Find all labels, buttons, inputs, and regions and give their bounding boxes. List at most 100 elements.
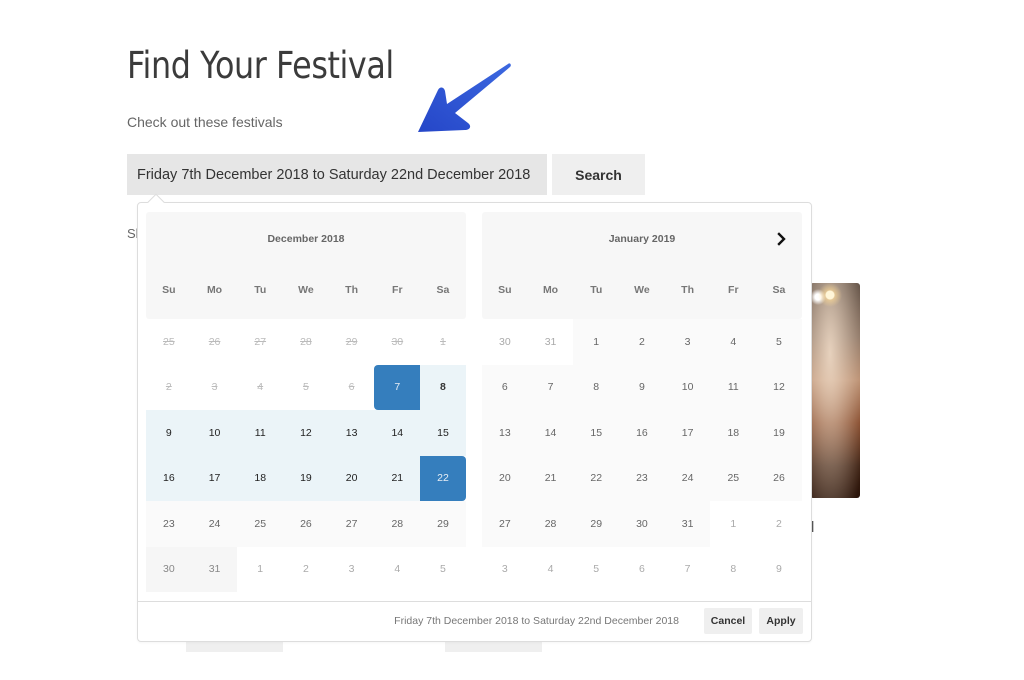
calendar-day[interactable]: 19: [283, 455, 329, 501]
calendar-week-row: 20 21 22 23 24 25 26: [482, 455, 802, 501]
calendar-day[interactable]: 13: [482, 410, 528, 456]
calendar-day[interactable]: 9: [756, 546, 802, 592]
calendar-day[interactable]: 27: [482, 501, 528, 547]
calendar-day[interactable]: 8: [420, 364, 466, 410]
calendar-day[interactable]: 3: [664, 319, 711, 365]
apply-button[interactable]: Apply: [759, 608, 803, 634]
calendar-day[interactable]: 7: [664, 546, 711, 592]
weekday-label: Su: [162, 284, 176, 296]
calendar-day[interactable]: 23: [146, 501, 192, 547]
calendar-day[interactable]: 5: [756, 319, 802, 365]
calendar-day[interactable]: 3: [328, 546, 375, 592]
calendar-day[interactable]: 15: [420, 410, 466, 456]
calendar-day[interactable]: 30: [146, 546, 192, 592]
background-button-fragment-2: [445, 642, 542, 652]
calendar-day[interactable]: 21: [374, 455, 421, 501]
calendar-day[interactable]: 2: [619, 319, 665, 365]
next-month-button[interactable]: [774, 231, 790, 247]
calendar-day[interactable]: 10: [191, 410, 238, 456]
calendar-week-row: 30 31 1 2 3 4 5: [482, 319, 802, 365]
calendar-day[interactable]: 28: [527, 501, 574, 547]
calendar-day[interactable]: 26: [756, 455, 802, 501]
calendar-day[interactable]: 13: [328, 410, 375, 456]
calendar-day[interactable]: 11: [237, 410, 284, 456]
calendar-day[interactable]: 30: [482, 319, 528, 365]
weekday-label: Fr: [392, 284, 403, 296]
selected-range-label: Friday 7th December 2018 to Saturday 22n…: [394, 615, 679, 627]
calendar-day[interactable]: 18: [710, 410, 757, 456]
calendar-day[interactable]: 14: [374, 410, 421, 456]
calendar-day[interactable]: 9: [146, 410, 192, 456]
calendar-day[interactable]: 5: [420, 546, 466, 592]
calendar-day[interactable]: 31: [191, 546, 238, 592]
calendar-day[interactable]: 1: [237, 546, 284, 592]
calendar-week-row: 9 10 11 12 13 14 15: [146, 410, 466, 456]
background-button-fragment: [186, 642, 283, 652]
calendar-day: 6: [328, 364, 375, 410]
calendar-header: December 2018 Su Mo Tu We Th Fr Sa: [146, 212, 466, 319]
calendar-day[interactable]: 7: [527, 364, 574, 410]
calendar-day[interactable]: 12: [756, 364, 802, 410]
calendar-day[interactable]: 24: [191, 501, 238, 547]
cancel-button[interactable]: Cancel: [704, 608, 752, 634]
calendar-day[interactable]: 12: [283, 410, 329, 456]
calendar-day[interactable]: 25: [237, 501, 284, 547]
calendar-day[interactable]: 25: [710, 455, 757, 501]
calendar-day[interactable]: 18: [237, 455, 284, 501]
weekday-label: We: [634, 284, 650, 296]
calendar-day[interactable]: 19: [756, 410, 802, 456]
calendar-day[interactable]: 9: [619, 364, 665, 410]
calendar-day[interactable]: 17: [191, 455, 238, 501]
date-range-picker: December 2018 Su Mo Tu We Th Fr Sa 25 26 27 28 29 3…: [137, 202, 812, 642]
calendar-day[interactable]: 31: [527, 319, 574, 365]
calendar-left: December 2018 Su Mo Tu We Th Fr Sa 25 26 27 28 29 3…: [146, 212, 466, 592]
calendar-day[interactable]: 29: [420, 501, 466, 547]
calendar-day[interactable]: 16: [619, 410, 665, 456]
calendar-day[interactable]: 6: [482, 364, 528, 410]
day-grid: 25 26 27 28 29 30 1 2 3 4 5 6 7 8 9 10 11 12 13 14 15 16 17 18 1…: [146, 319, 466, 592]
calendar-right: January 2019 Su Mo Tu We Th Fr Sa 30 31 1 2 3 4 5 6 7 8…: [482, 212, 802, 592]
calendar-day[interactable]: 4: [710, 319, 757, 365]
calendar-day[interactable]: 26: [283, 501, 329, 547]
calendar-day[interactable]: 1: [710, 501, 757, 547]
festival-image[interactable]: [810, 283, 860, 498]
calendar-day[interactable]: 1: [573, 319, 620, 365]
calendar-day[interactable]: 2: [283, 546, 329, 592]
calendar-day[interactable]: 30: [619, 501, 665, 547]
calendar-day[interactable]: 11: [710, 364, 757, 410]
calendar-day[interactable]: 16: [146, 455, 192, 501]
calendar-day[interactable]: 21: [527, 455, 574, 501]
calendar-day[interactable]: 20: [482, 455, 528, 501]
date-range-input[interactable]: [127, 154, 547, 195]
calendar-day[interactable]: 29: [573, 501, 620, 547]
calendar-day[interactable]: 8: [573, 364, 620, 410]
calendar-week-row: 2345678: [146, 364, 466, 410]
calendar-day[interactable]: 6: [619, 546, 665, 592]
calendar-day[interactable]: 20: [328, 455, 375, 501]
calendar-day[interactable]: 15: [573, 410, 620, 456]
calendar-day[interactable]: 10: [664, 364, 711, 410]
calendar-day-selected[interactable]: 7: [374, 364, 421, 410]
calendar-day[interactable]: 4: [527, 546, 574, 592]
weekday-label: Tu: [254, 284, 267, 296]
calendar-day: 26: [191, 319, 238, 365]
search-button[interactable]: Search: [552, 154, 645, 195]
calendar-day[interactable]: 24: [664, 455, 711, 501]
calendar-day[interactable]: 27: [328, 501, 375, 547]
calendar-day[interactable]: 22: [573, 455, 620, 501]
calendar-day[interactable]: 3: [482, 546, 528, 592]
calendar-day[interactable]: 14: [527, 410, 574, 456]
calendar-day[interactable]: 5: [573, 546, 620, 592]
calendar-day[interactable]: 28: [374, 501, 421, 547]
calendar-day-selected[interactable]: 22: [420, 455, 466, 501]
calendar-day[interactable]: 4: [374, 546, 421, 592]
calendar-day[interactable]: 23: [619, 455, 665, 501]
calendar-week-row: 23 24 25 26 27 28 29: [146, 501, 466, 547]
calendar-week-row: 27 28 29 30 31 1 2: [482, 501, 802, 547]
calendar-day[interactable]: 2: [756, 501, 802, 547]
calendar-day[interactable]: 8: [710, 546, 757, 592]
calendar-day[interactable]: 17: [664, 410, 711, 456]
weekday-label: Fr: [728, 284, 739, 296]
weekday-label: Su: [498, 284, 512, 296]
calendar-day[interactable]: 31: [664, 501, 711, 547]
